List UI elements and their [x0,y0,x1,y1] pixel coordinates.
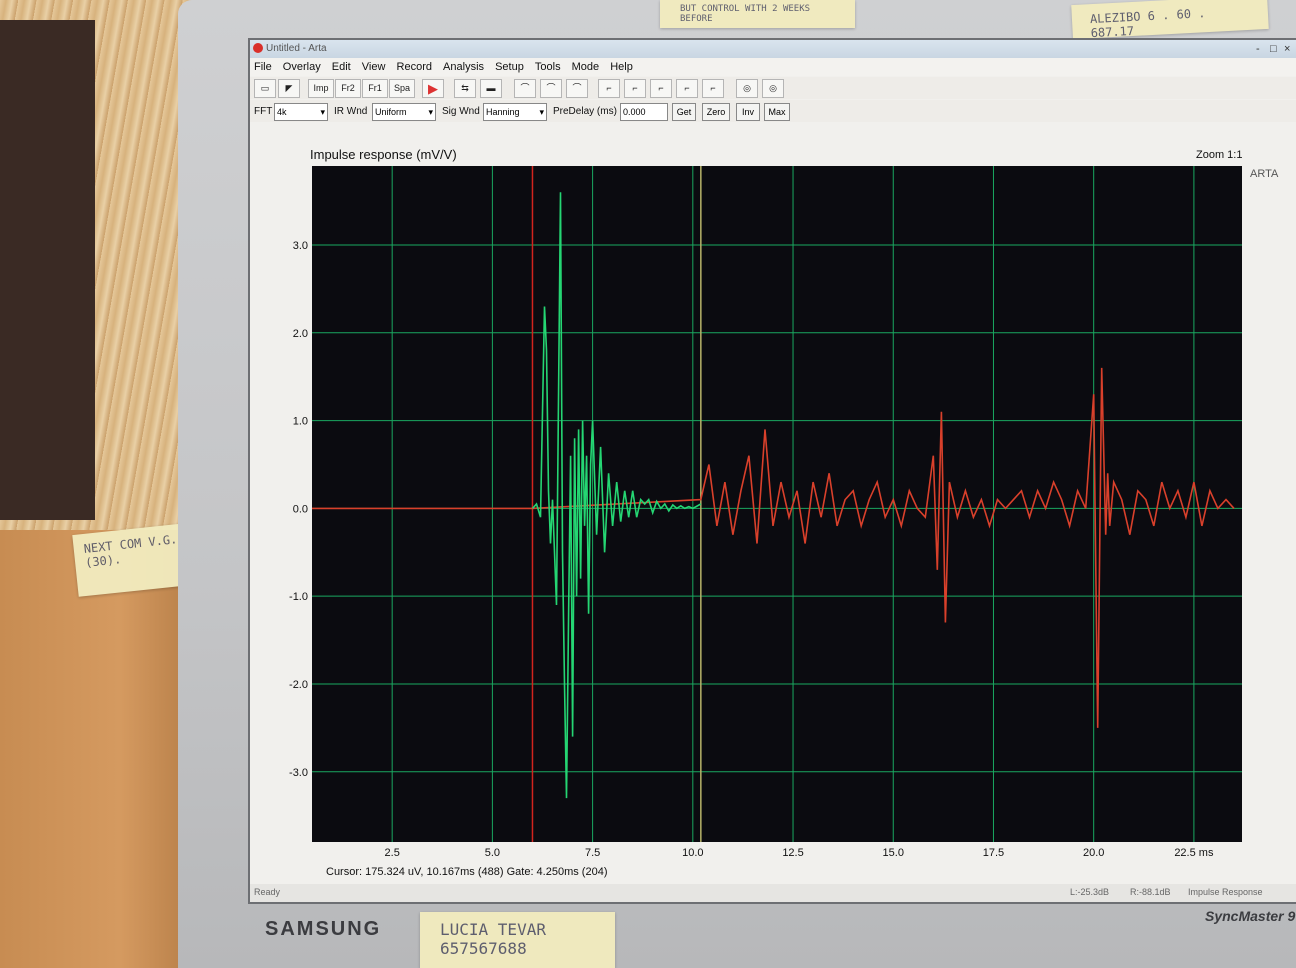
y-tick-label: 0.0 [293,503,308,515]
minimize-button[interactable]: - [1256,43,1260,55]
predelay-label: PreDelay (ms) [553,106,617,117]
menu-analysis[interactable]: Analysis [439,58,488,76]
monitor-brand: SAMSUNG [265,918,382,940]
step-response-icon[interactable]: ⌐ [598,79,620,98]
status-level-right: R:-88.1dB [1130,887,1171,897]
menu-bar: File Overlay Edit View Record Analysis S… [250,58,1296,76]
window-titlebar: Untitled - Arta - □ × [250,40,1296,58]
arta-logo: ARTA [1250,168,1279,180]
sticky-note-top-center: BUT CONTROL WITH 2 WEEKS BEFORE [660,0,855,28]
menu-tools[interactable]: Tools [531,58,565,76]
fft-label: FFT [254,106,273,117]
x-tick-label: 12.5 [782,847,803,859]
y-tick-label: 1.0 [293,416,308,428]
sti-icon[interactable]: ◎ [736,79,758,98]
cursor-icon[interactable]: ◤ [278,79,300,98]
x-tick-label: 20.0 [1083,847,1104,859]
predelay-input[interactable]: 0.000 [620,103,668,121]
open-icon[interactable]: ▭ [254,79,276,98]
menu-file[interactable]: File [250,58,276,76]
spa-mode-button[interactable]: Spa [389,79,415,98]
ir-wnd-select[interactable]: Uniform [372,103,436,121]
graph-tool-1-icon[interactable]: ⌒ [514,79,536,98]
impulse-mode-button[interactable]: Imp [308,79,334,98]
menu-view[interactable]: View [358,58,390,76]
graph-tool-2-icon[interactable]: ⌒ [540,79,562,98]
menu-mode[interactable]: Mode [568,58,604,76]
status-mode: Impulse Response [1188,887,1263,897]
window-title: Untitled - Arta [266,43,327,54]
x-tick-label: 7.5 [585,847,600,859]
main-toolbar: ▭ ◤ Imp Fr2 Fr1 Spa ▶ ⇆ ▬ ⌒ ⌒ ⌒ ⌐ ⌐ ⌐ ⌐ … [250,77,1296,99]
get-button[interactable]: Get [672,103,696,121]
sti-settings-icon[interactable]: ◎ [762,79,784,98]
sticky-note-bottom: LUCIA TEVAR 657567688 [420,912,615,968]
menu-help[interactable]: Help [606,58,637,76]
menu-overlay[interactable]: Overlay [279,58,325,76]
impulse-response-chart[interactable]: 2.5 5.0 7.5 10.0 12.5 15.0 17.5 20.0 22.5 ms 3.0 2… [250,160,1250,860]
sig-wnd-label: Sig Wnd [442,106,480,117]
fft-select[interactable]: 4k [274,103,328,121]
x-tick-label: 22.5 ms [1174,847,1214,859]
graph-tool-3-icon[interactable]: ⌒ [566,79,588,98]
orange-wall [0,530,200,968]
close-button[interactable]: × [1284,43,1290,55]
app-icon [253,43,263,53]
settings-toolbar: FFT 4k IR Wnd Uniform Sig Wnd Hanning Pr… [250,100,1296,122]
sig-wnd-select[interactable]: Hanning [483,103,547,121]
y-tick-label: 2.0 [293,328,308,340]
loop-icon[interactable]: ⇆ [454,79,476,98]
y-tick-label: -3.0 [289,767,308,779]
x-tick-label: 10.0 [682,847,703,859]
cursor-readout: Cursor: 175.324 uV, 10.167ms (488) Gate:… [326,866,608,878]
menu-setup[interactable]: Setup [491,58,528,76]
x-tick-label: 17.5 [983,847,1004,859]
maximize-button[interactable]: □ [1270,43,1277,55]
dark-cabinet [0,20,95,520]
y-tick-label: -2.0 [289,679,308,691]
status-bar: Ready L:-25.3dB R:-88.1dB Impulse Respon… [250,884,1296,902]
fr1-mode-button[interactable]: Fr1 [362,79,388,98]
monitor-model: SyncMaster 9 [1205,908,1296,924]
generator-icon[interactable]: ▬ [480,79,502,98]
play-icon[interactable]: ▶ [422,79,444,98]
ir-wnd-label: IR Wnd [334,106,368,117]
menu-edit[interactable]: Edit [328,58,355,76]
fr2-mode-button[interactable]: Fr2 [335,79,361,98]
status-level-left: L:-25.3dB [1070,887,1110,897]
zero-button[interactable]: Zero [702,103,730,121]
y-tick-label: -1.0 [289,591,308,603]
monitor-screen: Untitled - Arta - □ × File Overlay Edit … [248,38,1296,904]
status-ready: Ready [254,887,281,897]
y-tick-label: 3.0 [293,240,308,252]
x-tick-label: 5.0 [485,847,500,859]
menu-record[interactable]: Record [393,58,436,76]
cumulative-icon[interactable]: ⌐ [676,79,698,98]
etc-icon[interactable]: ⌐ [624,79,646,98]
x-tick-label: 2.5 [385,847,400,859]
x-tick-label: 15.0 [883,847,904,859]
filter-icon[interactable]: ⌐ [650,79,672,98]
max-button[interactable]: Max [764,103,790,121]
inv-button[interactable]: Inv [736,103,760,121]
energy-icon[interactable]: ⌐ [702,79,724,98]
